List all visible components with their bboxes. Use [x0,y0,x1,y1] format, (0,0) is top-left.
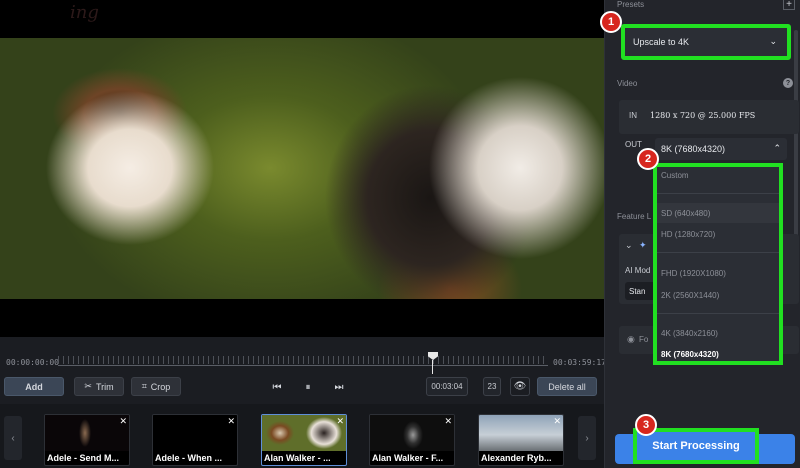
dropdown-option[interactable]: 2K (2560X1440) [661,291,719,300]
sparkle-icon: ✦ [639,240,647,250]
feature-section-title: Feature L [617,212,652,221]
watermark: ing [70,2,99,23]
dropdown-option[interactable]: SD (640x480) [661,209,710,218]
video-preview: ing [0,0,604,337]
add-button[interactable]: Add [4,377,64,396]
ai-model-value: Stan [629,286,646,296]
chevron-right-icon[interactable]: › [578,416,596,460]
playhead-line [432,360,433,374]
in-value: 1280 x 720 @ 25.000 FPS [650,111,756,120]
clip-label: Alan Walker - F... [372,453,444,463]
clip-label: Adele - Send M... [47,453,120,463]
timeline-track [58,365,548,366]
presets-title: Presets [617,0,645,9]
pause-icon[interactable]: ⏸ [301,380,315,394]
resolution-dropdown-menu: Custom SD (640x480) HD (1280x720) FHD (1… [653,163,783,365]
close-icon[interactable]: ✕ [119,416,127,427]
app-window: ing 00:00:00:00 00:03:59:17 Add ✂ Trim ⌗… [0,0,800,468]
clip-strip: ‹ ✕ Adele - Send M... ✕ Adele - When ...… [0,404,604,468]
clip-image [479,415,563,451]
chevron-down-icon: ⌄ [769,36,777,46]
callout-badge: 2 [637,148,659,170]
clip-thumbnail[interactable]: ✕ Adele - When ... [152,414,238,466]
clip-label: Alexander Ryb... [481,453,552,463]
divider [657,252,779,253]
editor-toolbar: Add ✂ Trim ⌗ Crop ⏮ ⏸ ⏭ 00:03:04 23 👁 De… [0,376,604,398]
scrollbar[interactable] [794,30,798,250]
time-end: 00:03:59:17 [553,358,606,367]
crop-icon: ⌗ [141,381,147,391]
crop-label: Crop [150,381,171,392]
divider [657,313,779,314]
frame-field[interactable]: 23 [483,377,501,396]
video-section-title: Video [617,79,638,88]
clip-image [370,415,454,451]
plus-icon[interactable]: + [783,0,795,10]
eye-icon[interactable]: 👁 [510,377,530,396]
close-icon[interactable]: ✕ [444,416,452,427]
close-icon[interactable]: ✕ [227,416,235,427]
feature-row2-label: Fo [639,335,649,344]
preset-dropdown[interactable]: Upscale to 4K ⌄ [621,24,791,60]
clip-thumbnail[interactable]: ✕ Alexander Ryb... [478,414,564,466]
out-label: OUT [625,140,642,149]
callout-badge: 1 [600,11,622,33]
trim-label: Trim [95,381,114,392]
dropdown-option[interactable]: HD (1280x720) [661,230,715,239]
dropdown-option[interactable]: 4K (3840x2160) [661,329,718,338]
crop-button[interactable]: ⌗ Crop [131,377,181,396]
close-icon[interactable]: ✕ [553,416,561,427]
skip-forward-icon[interactable]: ⏭ [332,380,346,394]
dropdown-option[interactable]: FHD (1920X1080) [661,269,726,278]
video-frame [0,38,604,299]
help-icon[interactable]: ? [783,78,793,88]
timeline-ruler[interactable] [58,356,548,364]
out-value: 8K (7680x4320) [661,144,726,154]
film-icon: ◉ [627,334,635,344]
add-label: Add [25,381,43,392]
preset-value: Upscale to 4K [633,37,690,47]
clip-image [262,415,346,451]
clip-thumbnail[interactable]: ✕ Alan Walker - ... [261,414,347,466]
clip-thumbnail[interactable]: ✕ Adele - Send M... [44,414,130,466]
chevron-left-icon[interactable]: ‹ [4,416,22,460]
output-resolution-dropdown[interactable]: 8K (7680x4320) ⌃ [655,138,787,160]
scissors-icon: ✂ [84,381,92,391]
ai-model-label: AI Mod [625,266,651,275]
delete-all-button[interactable]: Delete all [537,377,597,396]
clip-label: Alan Walker - ... [264,453,331,463]
chevron-down-icon[interactable]: ⌄ [625,240,633,251]
trim-button[interactable]: ✂ Trim [74,377,124,396]
clip-image [153,415,237,451]
divider [657,193,779,194]
timecode-field[interactable]: 00:03:04 [426,377,468,396]
clip-image [45,415,129,451]
timeline[interactable]: 00:00:00:00 00:03:59:17 [0,348,606,374]
callout-badge: 3 [635,414,657,436]
in-label: IN [629,111,637,120]
skip-back-icon[interactable]: ⏮ [270,380,284,394]
dropdown-option[interactable]: Custom [661,171,689,180]
clip-label: Adele - When ... [155,453,223,463]
dropdown-option-selected[interactable]: 8K (7680x4320) [661,350,719,359]
chevron-up-icon: ⌃ [773,143,781,153]
input-info: IN 1280 x 720 @ 25.000 FPS [619,100,799,134]
clip-thumbnail[interactable]: ✕ Alan Walker - F... [369,414,455,466]
time-start: 00:00:00:00 [6,358,59,367]
close-icon[interactable]: ✕ [336,416,344,427]
delete-all-label: Delete all [548,381,586,392]
start-processing-label: Start Processing [652,440,740,452]
